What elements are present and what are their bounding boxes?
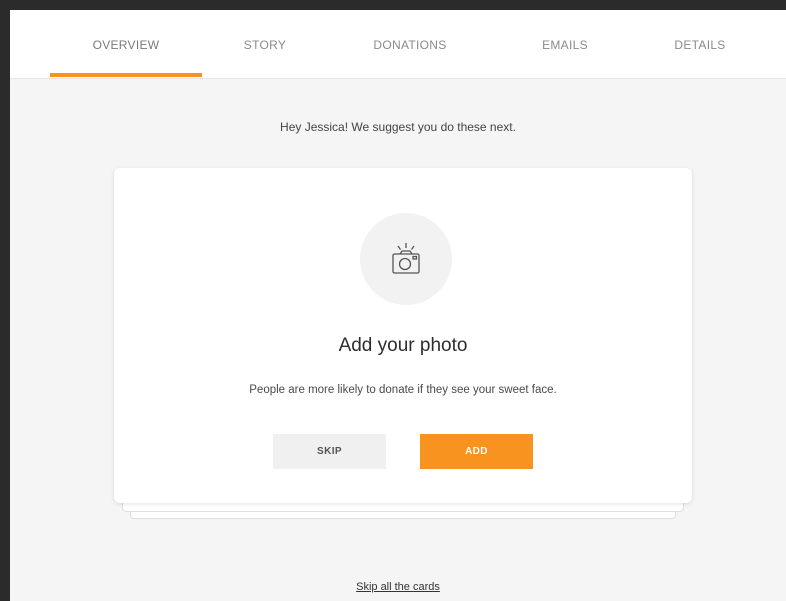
card-title: Add your photo bbox=[338, 335, 468, 356]
tab-emails[interactable]: EMAILS bbox=[510, 10, 620, 79]
tab-details[interactable]: DETAILS bbox=[640, 10, 760, 79]
photo-icon-circle bbox=[360, 213, 452, 305]
tab-story[interactable]: STORY bbox=[210, 10, 320, 79]
tab-overview[interactable]: OVERVIEW bbox=[50, 10, 202, 79]
camera-icon bbox=[392, 243, 420, 274]
suggestion-card: Add your photo People are more likely to… bbox=[114, 168, 692, 503]
skip-button[interactable]: SKIP bbox=[273, 434, 386, 469]
active-tab-indicator bbox=[50, 73, 202, 77]
card-subtitle: People are more likely to donate if they… bbox=[249, 384, 557, 396]
tab-bar: OVERVIEW STORY DONATIONS EMAILS DETAILS bbox=[10, 10, 786, 79]
suggestion-text: Hey Jessica! We suggest you do these nex… bbox=[280, 120, 516, 134]
add-button[interactable]: ADD bbox=[420, 434, 533, 469]
app-window: OVERVIEW STORY DONATIONS EMAILS DETAILS … bbox=[0, 0, 786, 601]
tab-donations[interactable]: DONATIONS bbox=[340, 10, 480, 79]
skip-all-cards-link[interactable]: Skip all the cards bbox=[10, 581, 786, 593]
